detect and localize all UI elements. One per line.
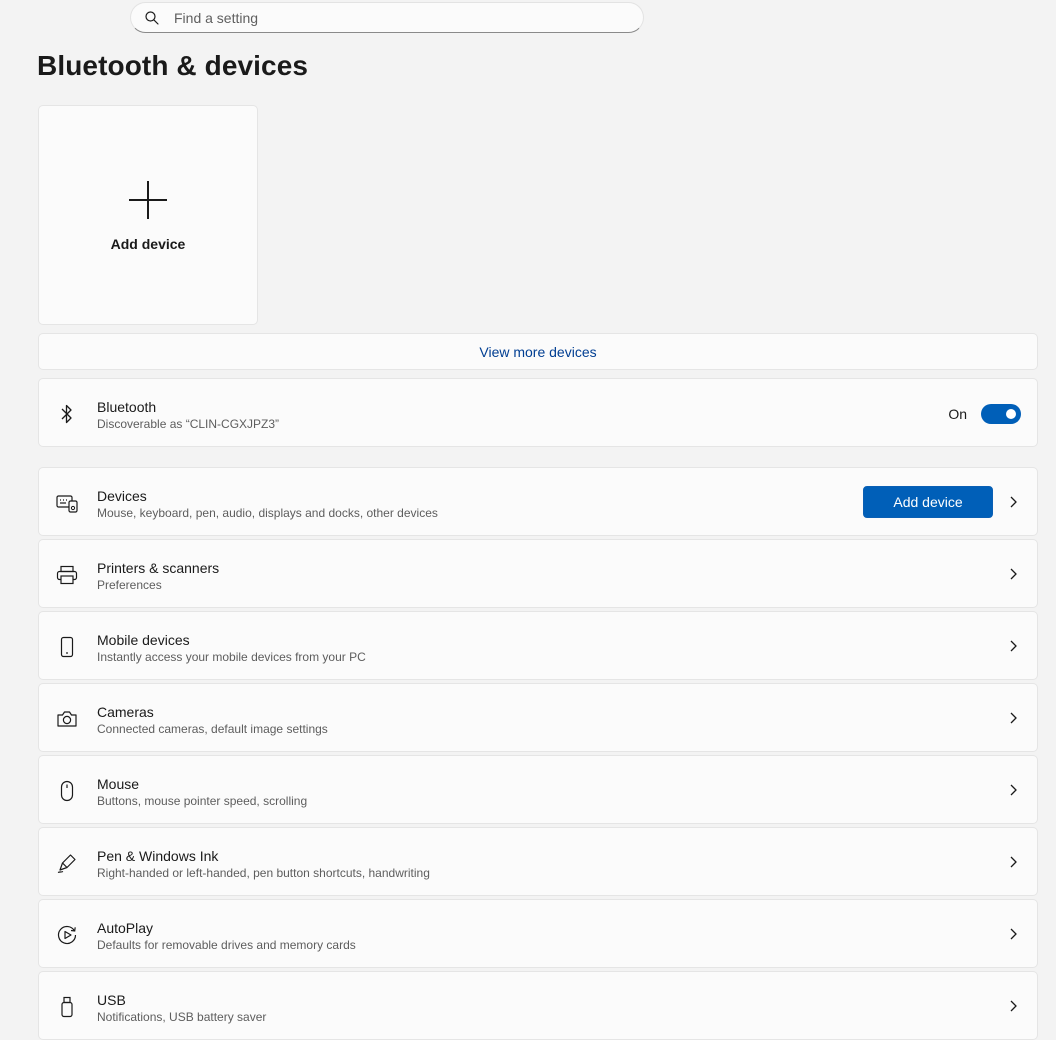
plus-icon: [128, 180, 168, 220]
search-input[interactable]: [172, 8, 616, 27]
row-usb[interactable]: USB Notifications, USB battery saver: [38, 971, 1038, 1040]
row-pen[interactable]: Pen & Windows Ink Right-handed or left-h…: [38, 827, 1038, 896]
row-mouse-title: Mouse: [97, 776, 140, 792]
pen-icon: [56, 852, 78, 874]
row-usb-title: USB: [97, 992, 126, 1008]
bluetooth-title: Bluetooth: [97, 399, 157, 415]
row-mobile-devices[interactable]: Mobile devices Instantly access your mob…: [38, 611, 1038, 680]
row-cameras-subtitle: Connected cameras, default image setting…: [97, 722, 328, 736]
chevron-right-icon: [1007, 495, 1019, 509]
row-printers-subtitle: Preferences: [97, 578, 162, 592]
bluetooth-toggle-label: On: [948, 406, 967, 422]
toggle-knob: [1006, 409, 1016, 419]
printer-icon: [56, 564, 78, 586]
row-printers[interactable]: Printers & scanners Preferences: [38, 539, 1038, 608]
row-autoplay-subtitle: Defaults for removable drives and memory…: [97, 938, 356, 952]
search-box[interactable]: [130, 2, 644, 33]
view-more-devices-link[interactable]: View more devices: [38, 333, 1038, 370]
page-title: Bluetooth & devices: [37, 50, 309, 81]
chevron-right-icon: [1007, 927, 1019, 941]
devices-icon: [56, 492, 78, 514]
chevron-right-icon: [1007, 711, 1019, 725]
view-more-devices-label: View more devices: [479, 343, 597, 360]
autoplay-icon: [56, 924, 78, 946]
add-device-card-label: Add device: [110, 236, 186, 252]
bluetooth-row: Bluetooth Discoverable as “CLIN-CGXJPZ3”…: [38, 378, 1038, 447]
row-cameras-title: Cameras: [97, 704, 154, 720]
chevron-right-icon: [1007, 567, 1019, 581]
add-device-card[interactable]: Add device: [38, 105, 258, 325]
row-pen-subtitle: Right-handed or left-handed, pen button …: [97, 866, 430, 880]
bluetooth-subtitle: Discoverable as “CLIN-CGXJPZ3”: [97, 417, 280, 431]
mouse-icon: [56, 780, 78, 802]
chevron-right-icon: [1007, 783, 1019, 797]
usb-icon: [56, 996, 78, 1018]
add-device-button[interactable]: Add device: [863, 486, 993, 518]
row-devices[interactable]: Devices Mouse, keyboard, pen, audio, dis…: [38, 467, 1038, 536]
row-mouse[interactable]: Mouse Buttons, mouse pointer speed, scro…: [38, 755, 1038, 824]
row-mobile-subtitle: Instantly access your mobile devices fro…: [97, 650, 366, 664]
camera-icon: [56, 708, 78, 730]
phone-icon: [56, 636, 78, 658]
chevron-right-icon: [1007, 639, 1019, 653]
row-cameras[interactable]: Cameras Connected cameras, default image…: [38, 683, 1038, 752]
row-printers-title: Printers & scanners: [97, 560, 220, 576]
row-mouse-subtitle: Buttons, mouse pointer speed, scrolling: [97, 794, 308, 808]
row-autoplay[interactable]: AutoPlay Defaults for removable drives a…: [38, 899, 1038, 968]
search-icon: [144, 10, 160, 26]
row-autoplay-title: AutoPlay: [97, 920, 154, 936]
bluetooth-icon: [56, 403, 78, 425]
row-pen-title: Pen & Windows Ink: [97, 848, 219, 864]
row-devices-subtitle: Mouse, keyboard, pen, audio, displays an…: [97, 506, 438, 520]
chevron-right-icon: [1007, 855, 1019, 869]
bluetooth-toggle[interactable]: [981, 404, 1021, 424]
row-devices-title: Devices: [97, 488, 147, 504]
chevron-right-icon: [1007, 999, 1019, 1013]
row-mobile-title: Mobile devices: [97, 632, 190, 648]
